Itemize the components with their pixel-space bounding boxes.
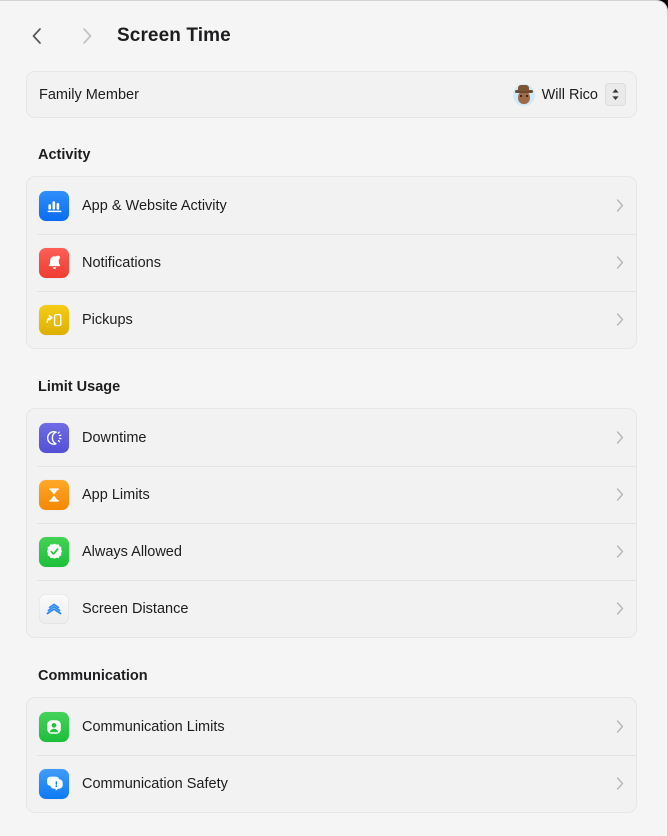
bell-icon [39, 247, 69, 278]
chevron-right-icon [616, 545, 624, 558]
row-label: Screen Distance [82, 600, 189, 617]
memoji-avatar [512, 83, 535, 106]
chevron-right-icon [616, 777, 624, 790]
row-label: Notifications [82, 254, 161, 271]
row-label: App & Website Activity [82, 197, 227, 214]
row-label: App Limits [82, 486, 150, 503]
toolbar: Screen Time [0, 1, 667, 71]
family-member-value: Will Rico [541, 86, 598, 103]
downtime-icon [39, 422, 69, 453]
checkmark-badge-icon [39, 536, 69, 567]
family-member-label: Family Member [39, 86, 139, 103]
family-member-row[interactable]: Family Member Will Rico [27, 72, 636, 117]
family-member-card: Family Member Will Rico [26, 71, 637, 118]
row-always-allowed[interactable]: Always Allowed [27, 523, 636, 580]
back-button[interactable] [22, 21, 52, 51]
section-title-activity: Activity [38, 147, 91, 163]
activity-card: App & Website Activity Notifications Pic… [26, 176, 637, 349]
up-down-chevron-icon[interactable] [605, 83, 626, 106]
row-label: Communication Safety [82, 775, 228, 792]
communication-card: Communication Limits Communication Safet… [26, 697, 637, 813]
limit-usage-card: Downtime App Limits Always Allowed Scree… [26, 408, 637, 638]
page-title: Screen Time [117, 25, 231, 46]
screen-distance-icon [39, 593, 69, 624]
chevron-right-icon [616, 488, 624, 501]
chevron-left-icon [30, 26, 44, 46]
message-warning-icon [39, 768, 69, 799]
chevron-right-icon [616, 431, 624, 444]
chevron-right-icon [616, 199, 624, 212]
pickups-icon [39, 304, 69, 335]
chevron-right-icon [616, 602, 624, 615]
row-app-limits[interactable]: App Limits [27, 466, 636, 523]
row-label: Downtime [82, 429, 147, 446]
row-communication-safety[interactable]: Communication Safety [27, 755, 636, 812]
row-screen-distance[interactable]: Screen Distance [27, 580, 636, 637]
bar-chart-icon [39, 190, 69, 221]
row-downtime[interactable]: Downtime [27, 409, 636, 466]
chevron-right-icon [80, 26, 94, 46]
forward-button[interactable] [72, 21, 102, 51]
row-label: Communication Limits [82, 718, 225, 735]
person-circle-icon [39, 711, 69, 742]
row-pickups[interactable]: Pickups [27, 291, 636, 348]
row-app-website-activity[interactable]: App & Website Activity [27, 177, 636, 234]
chevron-right-icon [616, 313, 624, 326]
row-label: Pickups [82, 311, 133, 328]
section-title-limit-usage: Limit Usage [38, 379, 121, 395]
chevron-right-icon [616, 720, 624, 733]
row-label: Always Allowed [82, 543, 182, 560]
section-title-communication: Communication [38, 668, 148, 684]
chevron-right-icon [616, 256, 624, 269]
family-member-popup-button[interactable]: Will Rico [512, 83, 626, 106]
row-notifications[interactable]: Notifications [27, 234, 636, 291]
hourglass-icon [39, 479, 69, 510]
row-communication-limits[interactable]: Communication Limits [27, 698, 636, 755]
screen-time-settings-window: Screen Time Family Member Will Rico Acti… [0, 0, 668, 836]
